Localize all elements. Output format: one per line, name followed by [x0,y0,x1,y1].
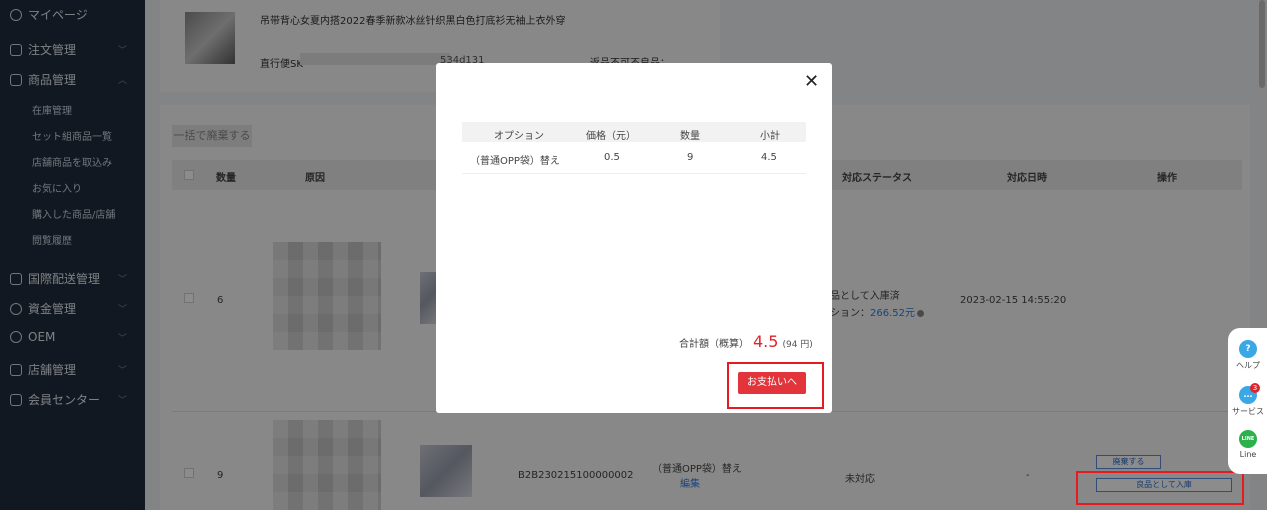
col-price: 価格（元） [586,131,636,142]
line-icon: LINE [1239,430,1257,448]
col-subtotal: 小計 [760,131,780,142]
payment-modal: ✕ オプション 価格（元） 数量 小計 （普通OPP袋）替え 0.5 9 4.5… [436,63,832,413]
help-icon: ? [1239,340,1257,358]
total-yen: (94 円) [782,340,813,350]
floating-help-panel: ? ヘルプ … 3 サービス LINE Line [1228,328,1267,474]
total-value: 4.5 [753,332,779,351]
line-item[interactable]: LINE Line [1228,430,1267,459]
option-table-header: オプション 価格（元） 数量 小計 [462,122,806,142]
close-icon[interactable]: ✕ [804,71,819,92]
cell-subtotal: 4.5 [761,152,777,163]
col-option: オプション [494,131,544,142]
col-qty: 数量 [680,131,700,142]
cell-qty: 9 [687,152,694,163]
highlight-box [1076,471,1244,505]
total-label: 合計額（概算） [679,339,749,350]
service-item[interactable]: … 3 サービス [1228,383,1267,417]
line-label: Line [1239,450,1257,459]
highlight-box [727,362,824,409]
cell-price: 0.5 [604,152,620,163]
total-amount: 合計額（概算） 4.5 (94 円) [679,332,813,351]
help-item[interactable]: ? ヘルプ [1228,340,1267,371]
help-label: ヘルプ [1236,361,1260,370]
table-row: （普通OPP袋）替え 0.5 9 4.5 [462,142,806,174]
service-label: サービス [1232,407,1264,416]
option-table: オプション 価格（元） 数量 小計 （普通OPP袋）替え 0.5 9 4.5 [462,122,806,174]
cell-option: （普通OPP袋）替え [470,156,560,167]
service-badge: 3 [1250,383,1260,393]
